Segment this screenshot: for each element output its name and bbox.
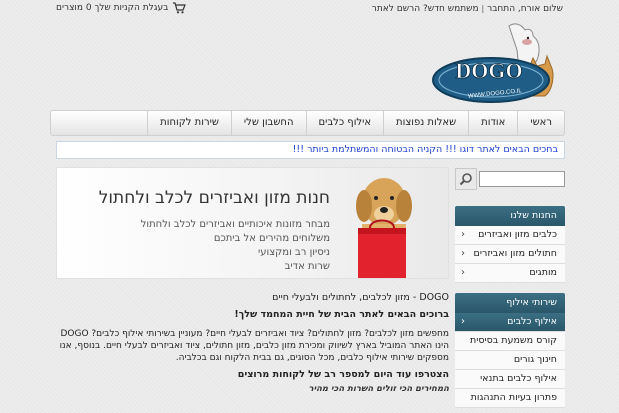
- join-heading: הצטרפו עוד היום למספר רב של לקוחות מרוצי…: [237, 369, 449, 380]
- tagline: המחירים הכי זולים השרות הכי מהיר: [308, 384, 449, 394]
- banner-lines: מבחר מזונות איכותיים ואביזרים לכלב ולחתו…: [141, 218, 330, 274]
- chevron-left-icon: ‹: [461, 248, 465, 259]
- cart-label[interactable]: בעגלת הקניות שלך 0 מוצרים: [56, 3, 168, 13]
- sidebar-item-label: כלבים מזון ואביזרים: [478, 229, 557, 240]
- nav-my-account[interactable]: החשבון שלי: [230, 111, 306, 135]
- login-link[interactable]: שלום אורח, התחבר: [487, 4, 563, 14]
- nav-about[interactable]: אודות: [468, 111, 517, 135]
- sidebar-training-title: שירותי אילוף: [455, 293, 565, 313]
- sidebar-item-label: חתולים מזון ואביזרים: [473, 248, 557, 259]
- marquee-notice: בחכים הבאים לאתר דוגו !!! הקניה הבטוחה ו…: [56, 141, 565, 159]
- register-link[interactable]: משתמש חדש? הרשם לאתר: [372, 4, 479, 14]
- sidebar-item-label: קורס משמעת בסיסית: [469, 335, 557, 346]
- chevron-left-icon: ‹: [461, 316, 465, 327]
- sidebar-item-behavior[interactable]: פתרון בעיות התנהגות: [455, 389, 565, 408]
- intro-paragraph: מחפשים מזון לכלבים? מזון לחתולים? ציוד ו…: [59, 329, 449, 363]
- nav-home[interactable]: ראשי: [517, 111, 564, 135]
- nav-dog-training[interactable]: אילוף כלבים: [305, 111, 384, 135]
- shopping-cart-icon[interactable]: [172, 2, 187, 14]
- sidebar-item-boarding[interactable]: אילוף כלבים בתנאי פונזיון: [455, 370, 565, 402]
- sidebar-item-dog-training[interactable]: אילוף כלבים ‹: [455, 313, 565, 332]
- search-input[interactable]: [479, 171, 565, 187]
- welcome-area: שלום אורח, התחבר | משתמש חדש? הרשם לאתר: [372, 4, 563, 14]
- sidebar-shop: החנות שלנו כלבים מזון ואביזרים ‹ חתולים …: [455, 206, 565, 283]
- nav-faq[interactable]: שאלות נפוצות: [383, 111, 468, 135]
- sidebar-item-brands[interactable]: מותגים ‹: [455, 264, 565, 283]
- content-title: DOGO - מזון לכלבים, לחתולים ולבעלי חיים: [272, 292, 449, 303]
- top-bar: שלום אורח, התחבר | משתמש חדש? הרשם לאתר …: [50, 2, 563, 20]
- sidebar-item-dogs[interactable]: כלבים מזון ואביזרים ‹: [455, 226, 565, 245]
- search-box: [455, 168, 565, 190]
- banner-title: חנות מזון ואביזרים לכלב ולחתול: [98, 188, 330, 208]
- sidebar-item-label: חינוך גורים: [513, 354, 557, 365]
- sidebar-item-label: מותגים: [529, 267, 557, 278]
- sidebar-item-cats[interactable]: חתולים מזון ואביזרים ‹: [455, 245, 565, 264]
- cart-area[interactable]: בעגלת הקניות שלך 0 מוצרים: [56, 2, 187, 14]
- dog-with-bag-image: [356, 178, 412, 278]
- logo-brand-text: DOGO: [455, 58, 522, 83]
- banner-line: מבחר מזונות איכותיים ואביזרים לכלב ולחתו…: [140, 219, 330, 230]
- sidebar-shop-title: החנות שלנו: [455, 206, 565, 226]
- search-icon: [459, 173, 472, 186]
- main-content: DOGO - מזון לכלבים, לחתולים ולבעלי חיים …: [56, 292, 449, 400]
- nav-customer-service[interactable]: שירות לקוחות: [147, 111, 231, 135]
- dogo-logo[interactable]: DOGO WWW.DOGO.CO.IL: [429, 20, 559, 106]
- sidebar-item-label: אילוף כלבים: [507, 316, 557, 327]
- hero-banner[interactable]: חנות מזון ואביזרים לכלב ולחתול מבחר מזונ…: [56, 167, 449, 279]
- search-button[interactable]: [455, 168, 477, 190]
- sidebar-item-label: פתרון בעיות התנהגות: [470, 392, 557, 403]
- banner-line: ניסיון רב ומקצועי: [258, 247, 330, 258]
- welcome-heading: ברוכים הבאים לאתר הבית של חיית המחמד שלך…: [234, 309, 449, 320]
- chevron-left-icon: ‹: [461, 229, 465, 240]
- main-nav: ראשי אודות שאלות נפוצות אילוף כלבים החשב…: [50, 110, 565, 136]
- chevron-left-icon: ‹: [461, 267, 465, 278]
- banner-line: שרות אדיב: [284, 261, 330, 272]
- sidebar-item-puppy[interactable]: חינוך גורים: [455, 351, 565, 370]
- sidebar-item-basic-course[interactable]: קורס משמעת בסיסית: [455, 332, 565, 351]
- banner-line: משלוחים מהירים אל ביתכם: [213, 233, 330, 244]
- page: שלום אורח, התחבר | משתמש חדש? הרשם לאתר …: [50, 0, 565, 413]
- sidebar-training: שירותי אילוף אילוף כלבים ‹ קורס משמעת בס…: [455, 293, 565, 408]
- separator: |: [481, 4, 485, 13]
